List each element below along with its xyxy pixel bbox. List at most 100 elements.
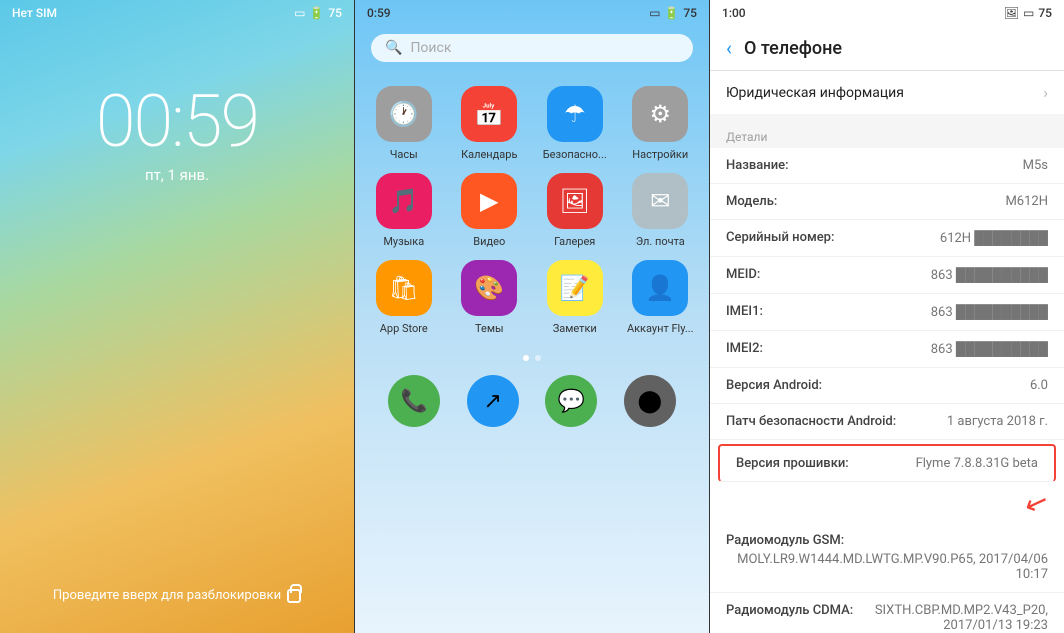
detail-value: M612H [781,194,1048,209]
app-item[interactable]: 📅 Календарь [453,86,527,161]
app-icon: 📝 [547,260,603,316]
dock-icon: 📞 [388,375,440,427]
lock-status-icons: ▭ 🔋 75 [294,6,342,20]
app-label: Часы [390,148,418,161]
detail-label: Серийный номер: [726,230,834,246]
dock-item[interactable]: 💬 [545,375,597,427]
app-item[interactable]: ☂ Безопасно... [538,86,612,161]
detail-value: MOLY.LR9.W1444.MD.LWTG.MP.V90.P65, 2017/… [726,552,1048,582]
settings-detail-item: Патч безопасности Android: 1 августа 201… [710,404,1064,440]
settings-detail-item: Модель: M612H [710,184,1064,220]
dock-icon: ↗ [467,375,519,427]
detail-value: 863 ██████████ [767,341,1048,357]
app-item[interactable]: 🛍 App Store [367,260,441,335]
lock-unlock-hint[interactable]: Проведите вверх для разблокировки [0,588,354,603]
app-icon: 🎨 [461,260,517,316]
detail-value: 6.0 [826,378,1048,393]
app-icon: 🕐 [376,86,432,142]
lock-clock: 00:59 [0,86,354,158]
detail-label: Версия Android: [726,378,822,393]
chevron-right-icon: › [1043,83,1048,102]
dot-2 [535,355,541,361]
app-label: Безопасно... [543,148,607,161]
app-icon: 👤 [632,260,688,316]
app-item[interactable]: 📝 Заметки [538,260,612,335]
lock-screen: Нет SIM ▭ 🔋 75 00:59 пт, 1 янв. Проведит… [0,0,354,633]
lock-icon [287,589,301,603]
settings-detail-item: MEID: 863 ██████████ [710,257,1064,294]
app-icon: ✉ [632,173,688,229]
legal-info-item[interactable]: Юридическая информация › [710,71,1064,114]
page-title: О телефоне [744,38,842,59]
dock-item[interactable]: ↗ [467,375,519,427]
home-dock: 📞 ↗ 💬 ⬤ [355,365,709,437]
app-item[interactable]: 🎨 Темы [453,260,527,335]
detail-label: MEID: [726,267,760,283]
app-label: Видео [473,235,505,248]
lock-battery-value: 75 [328,6,342,20]
settings-status-bar: 1:00 🖼 ▭ 75 [710,0,1064,26]
lock-screen-icon: ▭ [294,6,305,20]
app-icon: ☂ [547,86,603,142]
app-item[interactable]: ✉ Эл. почта [624,173,698,248]
app-item[interactable]: ▶ Видео [453,173,527,248]
app-icon: ▶ [461,173,517,229]
settings-detail-item: Серийный номер: 612H ████████ [710,220,1064,257]
dot-1 [523,355,529,361]
detail-value: SIXTH.CBP.MD.MP2.V43_P20, 2017/01/13 19:… [857,603,1048,633]
settings-battery-value: 75 [1038,6,1052,20]
app-icon: 🖼 [547,173,603,229]
lock-status-bar: Нет SIM ▭ 🔋 75 [0,0,354,26]
details-section-header: Детали [710,122,1064,148]
app-item[interactable]: 👤 Аккаунт Fly... [624,260,698,335]
dock-item[interactable]: ⬤ [624,375,676,427]
app-label: Заметки [553,322,597,335]
settings-detail-item: Радиомодуль GSM: MOLY.LR9.W1444.MD.LWTG.… [710,523,1064,593]
detail-value: M5s [793,158,1048,173]
app-label: Темы [475,322,504,335]
detail-label: Радиомодуль CDMA: [726,603,853,633]
settings-time: 1:00 [722,6,746,20]
dock-item[interactable]: 📞 [388,375,440,427]
app-item[interactable]: ⚙ Настройки [624,86,698,161]
home-status-bar: 0:59 ▭ 🔋 75 [355,0,709,26]
app-item[interactable]: 🕐 Часы [367,86,441,161]
details-section: Название: M5s Модель: M612H Серийный ном… [710,148,1064,633]
app-label: Настройки [632,148,688,161]
detail-label: Радиомодуль GSM: [726,533,844,548]
search-placeholder: Поиск [410,40,451,56]
detail-value: 1 августа 2018 г. [900,414,1048,429]
legal-info-label: Юридическая информация [726,85,904,101]
detail-label: Патч безопасности Android: [726,414,896,429]
settings-detail-item: Радиомодуль CDMA: SIXTH.CBP.MD.MP2.V43_P… [710,593,1064,633]
detail-label: IMEI2: [726,341,763,357]
app-label: Эл. почта [636,235,685,248]
back-button[interactable]: ‹ [726,36,732,60]
app-label: Галерея [554,235,595,248]
search-bar[interactable]: 🔍 Поиск [371,34,693,62]
settings-screen-icon: 🖼 [1004,6,1019,20]
detail-value: 863 ██████████ [764,267,1048,283]
detail-value: Flyme 7.8.8.31G beta [853,456,1038,471]
page-dots [355,355,709,361]
home-time: 0:59 [367,6,391,20]
lock-date: пт, 1 янв. [0,166,354,184]
lock-time-area: 00:59 пт, 1 янв. [0,86,354,184]
detail-label: Название: [726,158,789,173]
app-label: Календарь [461,148,517,161]
red-arrow-icon: ↙ [1020,483,1053,522]
home-screen: 0:59 ▭ 🔋 75 🔍 Поиск 🕐 Часы 📅 Календарь ☂… [354,0,709,633]
settings-detail-item: Название: M5s [710,148,1064,184]
lock-unlock-label: Проведите вверх для разблокировки [53,588,281,603]
settings-screen: 1:00 🖼 ▭ 75 ‹ О телефоне Юридическая инф… [709,0,1064,633]
app-item[interactable]: 🎵 Музыка [367,173,441,248]
home-status-icons: ▭ 🔋 75 [649,6,697,20]
lock-carrier: Нет SIM [12,6,57,20]
home-screen-icon: ▭ [649,6,660,20]
settings-header: ‹ О телефоне [710,26,1064,71]
home-battery-value: 75 [683,6,697,20]
app-icon: ⚙ [632,86,688,142]
settings-detail-item: Версия Android: 6.0 [710,368,1064,404]
settings-detail-item: IMEI1: 863 ██████████ [710,294,1064,331]
app-item[interactable]: 🖼 Галерея [538,173,612,248]
